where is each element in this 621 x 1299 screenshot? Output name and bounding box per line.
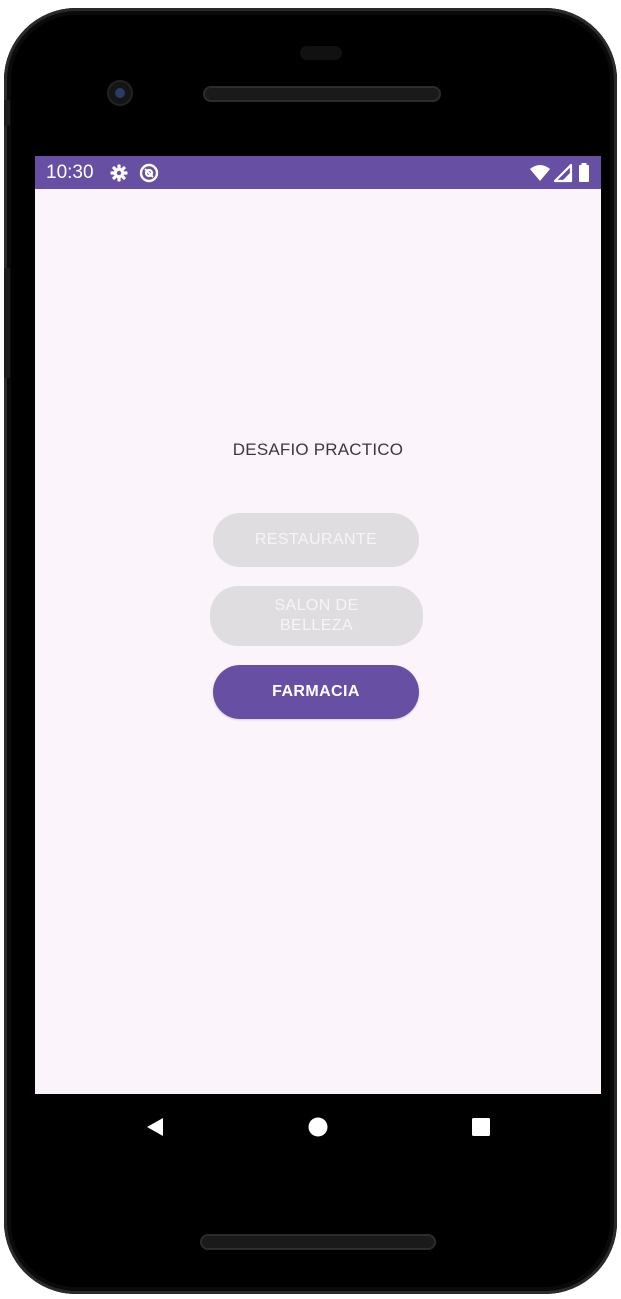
bottom-speaker [200, 1234, 436, 1250]
back-triangle-icon[interactable] [141, 1113, 169, 1141]
status-time: 10:30 [46, 162, 94, 183]
restaurante-button[interactable]: RESTAURANTE [213, 513, 419, 567]
app-screen: 10:30 DESAFIO PRACTICO RESTAURANTE SALON… [35, 156, 601, 1094]
proximity-sensor [300, 46, 342, 60]
navigation-bar [35, 1094, 601, 1160]
power-button [4, 268, 10, 378]
at-sign-icon [139, 163, 159, 183]
salon-de-belleza-button[interactable]: SALON DE BELLEZA [210, 586, 423, 646]
front-camera-icon [107, 80, 133, 106]
salon-de-belleza-button-label: SALON DE BELLEZA [274, 597, 359, 634]
signal-icon [553, 163, 573, 183]
wifi-icon [529, 163, 551, 183]
volume-button [4, 100, 10, 126]
recents-square-icon[interactable] [467, 1113, 495, 1141]
farmacia-button[interactable]: FARMACIA [213, 665, 419, 719]
restaurante-button-label: RESTAURANTE [254, 531, 378, 548]
home-circle-icon[interactable] [304, 1113, 332, 1141]
gear-icon [109, 163, 129, 183]
status-bar: 10:30 [35, 156, 601, 189]
farmacia-button-label: FARMACIA [272, 683, 360, 700]
earpiece-speaker [203, 86, 441, 102]
battery-icon [578, 163, 590, 183]
page-title: DESAFIO PRACTICO [232, 440, 404, 459]
